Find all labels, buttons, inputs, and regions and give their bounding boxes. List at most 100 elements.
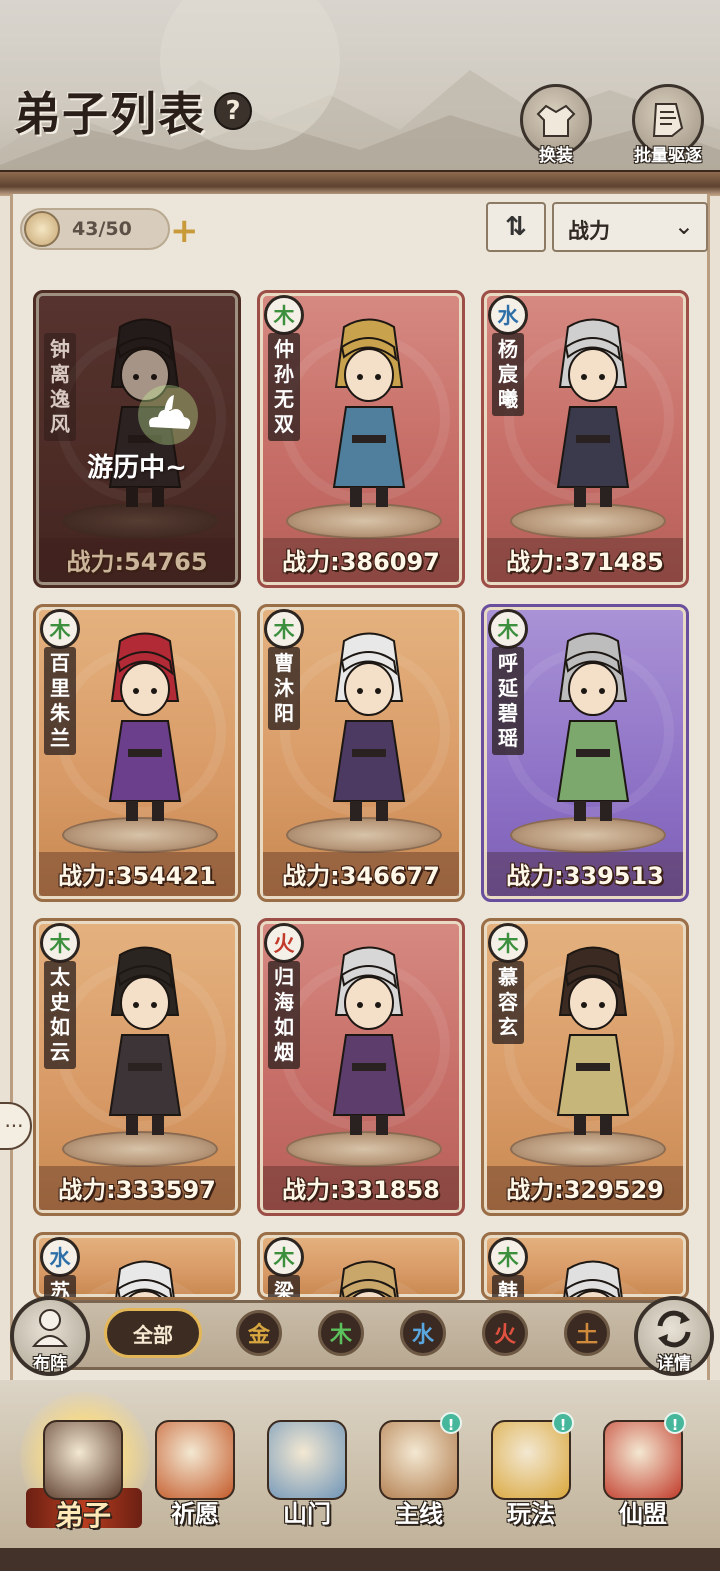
add-capacity-button[interactable]: +	[170, 214, 199, 248]
character-portrait	[332, 946, 406, 1135]
nav-gameplay[interactable]: ! 玩法	[476, 1410, 586, 1540]
filter-fire-button[interactable]: 火	[482, 1310, 528, 1356]
disciple-card[interactable]: 木太史如云战力:333597	[33, 918, 241, 1216]
element-badge: 木	[264, 295, 304, 335]
combat-power: 战力:346677	[282, 862, 440, 890]
costume-button[interactable]: 换装	[516, 84, 596, 168]
element-badge: 火	[264, 923, 304, 963]
traveling-cloud-icon	[138, 385, 198, 445]
disciple-count-value: 43/50	[72, 218, 132, 240]
disciple-name: 钟离逸风	[44, 333, 76, 441]
disciple-card[interactable]: 火归海如烟战力:331858	[257, 918, 465, 1216]
disciple-name: 仲孙无双	[268, 333, 300, 441]
character-portrait	[332, 318, 406, 507]
help-button[interactable]: ?	[214, 92, 252, 130]
combat-power: 战力:386097	[282, 548, 440, 576]
element-badge: 木	[40, 923, 80, 963]
formation-button[interactable]: 布阵	[10, 1296, 90, 1376]
combat-power: 战力:339513	[506, 862, 664, 890]
nav-main-quest[interactable]: ! 主线	[364, 1410, 474, 1540]
sort-arrows-icon: ⇅	[505, 212, 527, 242]
disciple-avatar-icon	[24, 211, 60, 247]
disciple-portrait-icon	[43, 1420, 123, 1500]
alert-badge-icon: !	[440, 1412, 462, 1434]
alert-badge-icon: !	[664, 1412, 686, 1434]
nav-label: 祈愿	[171, 1500, 219, 1528]
element-badge: 水	[488, 295, 528, 335]
nav-wish[interactable]: 祈愿	[140, 1410, 250, 1540]
nav-label: 山门	[283, 1500, 331, 1528]
element-badge: 木	[264, 1237, 304, 1277]
disciple-card[interactable]: 木百里朱兰战力:354421	[33, 604, 241, 902]
disciple-card[interactable]: 水杨宸曦战力:371485	[481, 290, 689, 588]
disciple-card[interactable]: 木曹沐阳 战力:346677	[257, 604, 465, 902]
scroll-fire-icon	[155, 1420, 235, 1500]
disciple-card[interactable]: 水苏	[33, 1232, 241, 1300]
costume-label: 换装	[539, 146, 573, 166]
disciple-card[interactable]: 木韩	[481, 1232, 689, 1300]
header: 弟子列表 ? 换装 批量驱逐	[0, 0, 720, 180]
alert-badge-icon: !	[552, 1412, 574, 1434]
filter-earth-button[interactable]: 土	[564, 1310, 610, 1356]
disciple-card[interactable]: 木慕容玄 战力:329529	[481, 918, 689, 1216]
filter-wood-button[interactable]: 木	[318, 1310, 364, 1356]
page-title: 弟子列表	[14, 87, 206, 141]
nav-label: 主线	[395, 1500, 443, 1528]
nav-sect-gate[interactable]: 山门	[252, 1410, 362, 1540]
travel-status-text: 游历中~	[87, 453, 187, 483]
details-button[interactable]: 详情	[634, 1296, 714, 1376]
character-portrait	[339, 1260, 399, 1297]
disciple-name: 杨宸曦	[492, 333, 524, 416]
combat-power: 战力:333597	[58, 1176, 216, 1204]
details-label: 详情	[657, 1354, 691, 1374]
frame-top-border	[0, 170, 720, 196]
character-portrait	[556, 946, 630, 1135]
element-badge: 木	[488, 923, 528, 963]
refresh-icon	[657, 1310, 691, 1348]
formation-icon	[31, 1309, 69, 1347]
filter-metal-button[interactable]: 金	[236, 1310, 282, 1356]
sort-order-button[interactable]: ⇅	[486, 202, 546, 252]
character-portrait	[108, 632, 182, 821]
sort-dropdown-value: 战力	[568, 219, 610, 243]
combat-power: 战力:54765	[66, 548, 208, 576]
title-group: 弟子列表 ?	[14, 78, 252, 144]
sort-dropdown[interactable]: 战力 ⌄	[552, 202, 708, 252]
nav-alliance[interactable]: ! 仙盟	[588, 1410, 698, 1540]
element-badge: 木	[40, 609, 80, 649]
gate-icon	[267, 1420, 347, 1500]
nav-disciples[interactable]: 弟子	[28, 1410, 138, 1540]
character-portrait	[563, 1260, 623, 1297]
combat-power: 战力:371485	[506, 548, 664, 576]
disciple-name: 曹沐阳	[268, 647, 300, 730]
combat-power: 战力:329529	[506, 1176, 664, 1204]
disciple-card[interactable]: 游历中~ 钟离逸风战力:54765	[33, 290, 241, 588]
disciple-name: 归海如烟	[268, 961, 300, 1069]
batch-expel-label: 批量驱逐	[634, 146, 702, 166]
element-badge: 木	[488, 1237, 528, 1277]
filter-water-button[interactable]: 水	[400, 1310, 446, 1356]
disciple-name: 百里朱兰	[44, 647, 76, 755]
bottom-strip	[0, 1548, 720, 1571]
combat-power: 战力:354421	[58, 862, 216, 890]
character-portrait	[108, 946, 182, 1135]
chevron-down-icon: ⌄	[673, 212, 694, 240]
character-portrait	[556, 318, 630, 507]
batch-expel-button[interactable]: 批量驱逐	[628, 84, 708, 168]
nav-label: 弟子	[54, 1499, 111, 1532]
filter-all-button[interactable]: 全部	[104, 1308, 202, 1358]
disciple-name: 太史如云	[44, 961, 76, 1069]
nav-label: 玩法	[507, 1500, 555, 1528]
disciple-name: 梁	[268, 1275, 300, 1297]
formation-label: 布阵	[33, 1354, 67, 1374]
disciple-card[interactable]: 木梁	[257, 1232, 465, 1300]
element-badge: 木	[488, 609, 528, 649]
character-portrait	[115, 1260, 175, 1297]
character-portrait	[332, 632, 406, 821]
disciple-card[interactable]: 木仲孙无双战力:386097	[257, 290, 465, 588]
disciple-count: 43/50 +	[20, 208, 199, 250]
nav-label: 仙盟	[619, 1500, 667, 1528]
combat-power: 战力:331858	[282, 1176, 440, 1204]
disciple-card[interactable]: 木呼延碧瑶 战力:339513	[481, 604, 689, 902]
element-badge: 水	[40, 1237, 80, 1277]
